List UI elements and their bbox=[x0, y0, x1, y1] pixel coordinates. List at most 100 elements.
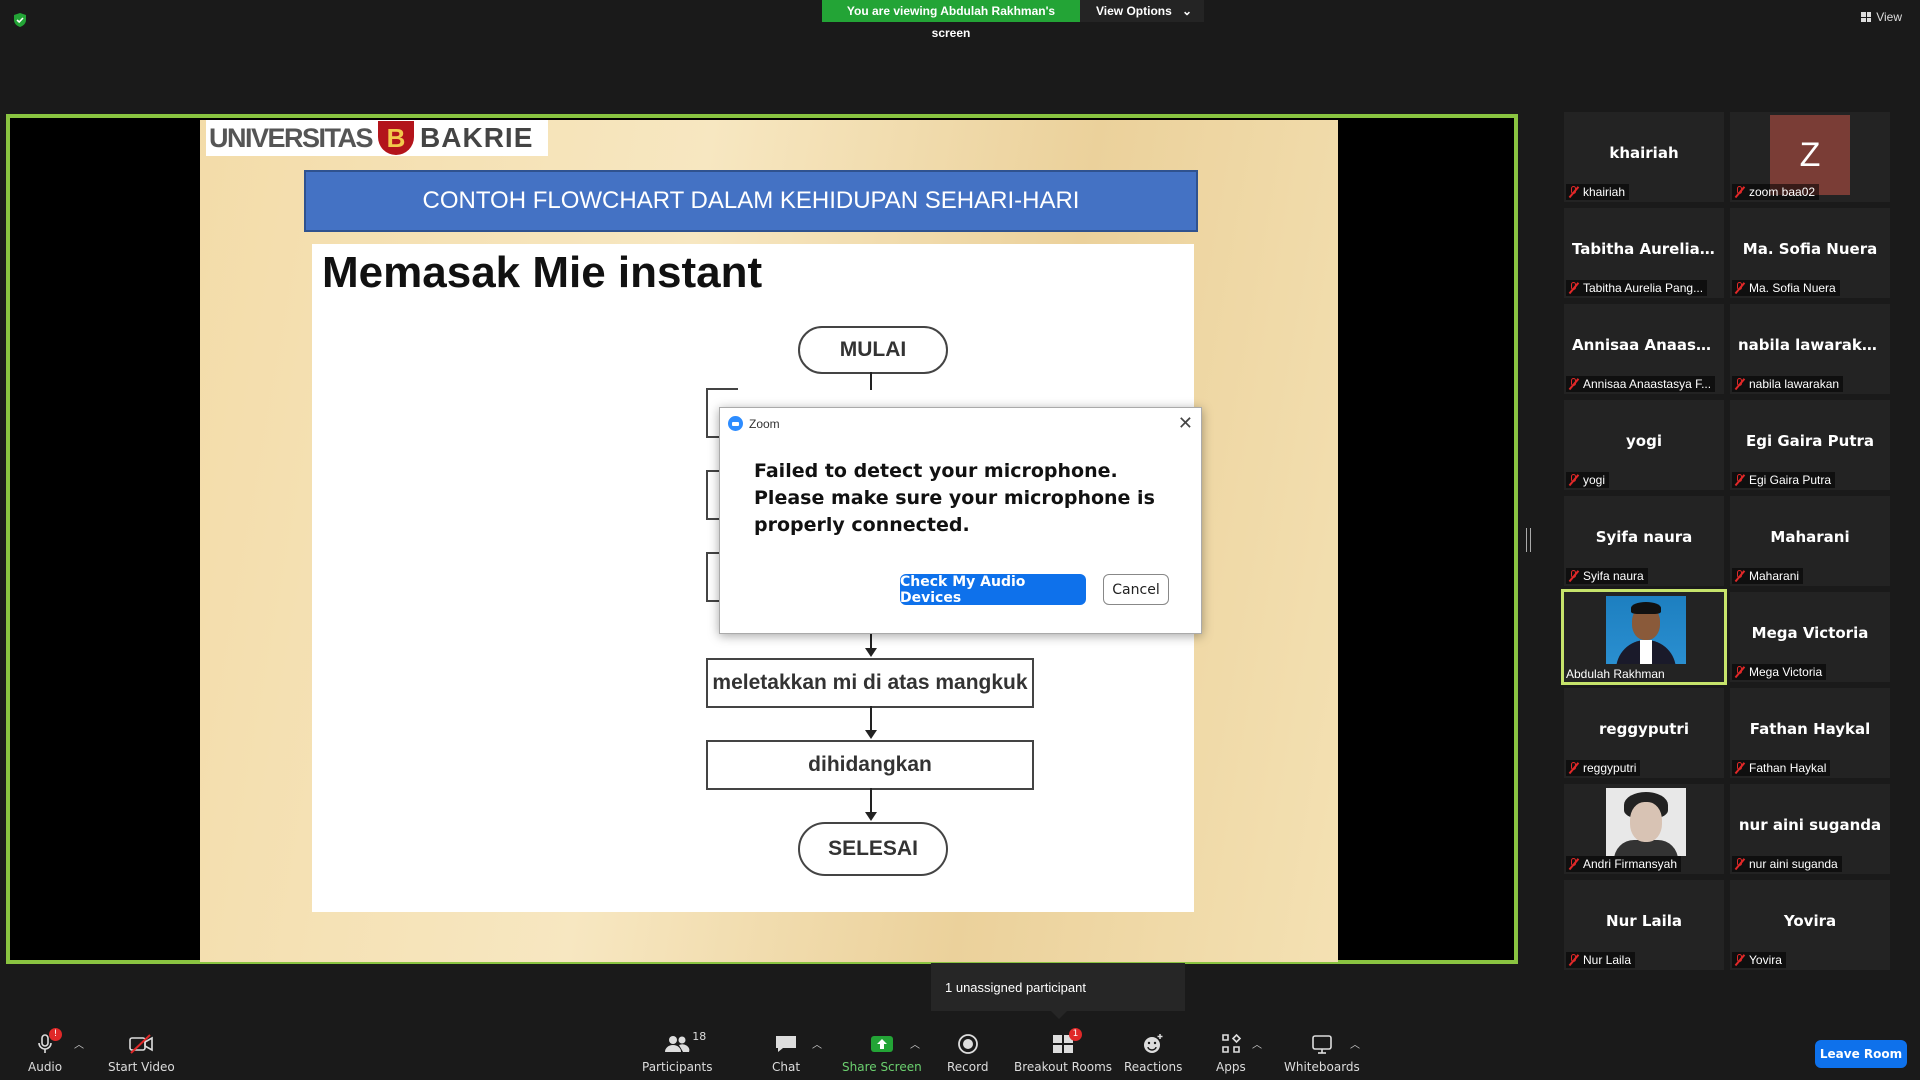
chat-button[interactable]: Chat bbox=[772, 1032, 800, 1074]
whiteboards-button[interactable]: Whiteboards bbox=[1284, 1032, 1360, 1074]
content-heading: Memasak Mie instant bbox=[322, 248, 763, 297]
unassigned-participant-tooltip[interactable]: 1 unassigned participant bbox=[931, 963, 1185, 1019]
participant-tile[interactable]: nabila lawarakan nabila lawarakan bbox=[1730, 304, 1890, 394]
record-label: Record bbox=[947, 1060, 989, 1074]
cancel-button[interactable]: Cancel bbox=[1103, 574, 1169, 605]
mic-muted-icon bbox=[1568, 570, 1579, 582]
participant-label-text: Ma. Sofia Nuera bbox=[1749, 281, 1836, 295]
flowchart-arrowhead bbox=[865, 812, 877, 821]
view-options-button[interactable]: View Options ⌄ bbox=[1080, 0, 1204, 22]
participant-label-text: zoom baa02 bbox=[1749, 185, 1816, 199]
chat-label: Chat bbox=[772, 1060, 801, 1074]
chat-options-caret-icon[interactable]: ︿ bbox=[812, 1036, 822, 1051]
participant-tile[interactable]: Fathan Haykal Fathan Haykal bbox=[1730, 688, 1890, 778]
flowchart-step-place: meletakkan mi di atas mangkuk bbox=[706, 658, 1034, 708]
participant-name: Ma. Sofia Nuera bbox=[1742, 240, 1878, 258]
participant-tile[interactable]: Yovira Yovira bbox=[1730, 880, 1890, 970]
participant-name: Egi Gaira Putra bbox=[1745, 432, 1875, 450]
mic-muted-icon bbox=[1568, 378, 1579, 390]
audio-button[interactable]: ! Audio bbox=[28, 1028, 63, 1074]
participant-tile[interactable]: Z zoom baa02 bbox=[1730, 112, 1890, 202]
participant-label-text: Egi Gaira Putra bbox=[1749, 473, 1832, 487]
microphone-error-dialog: Zoom ✕ Failed to detect your microphone.… bbox=[719, 407, 1202, 634]
viewing-banner: You are viewing Abdulah Rakhman's screen… bbox=[822, 0, 1204, 40]
participant-label: Annisaa Anaastasya F... bbox=[1566, 376, 1716, 392]
audio-options-caret-icon[interactable]: ︿ bbox=[74, 1036, 84, 1051]
participant-tile[interactable]: reggyputri reggyputri bbox=[1564, 688, 1724, 778]
participant-tile[interactable]: Andri Firmansyah bbox=[1564, 784, 1724, 874]
participant-tile[interactable]: Tabitha Aurelia... Tabitha Aurelia Pang.… bbox=[1564, 208, 1724, 298]
apps-icon bbox=[1220, 1032, 1242, 1056]
viewing-banner-text: You are viewing Abdulah Rakhman's screen bbox=[822, 0, 1080, 40]
meeting-toolbar: ! Audio ︿ Start Video 18 Participants Ch… bbox=[0, 1020, 1920, 1080]
participant-label-text: Annisaa Anaastasya F... bbox=[1583, 377, 1712, 391]
mic-muted-icon bbox=[1734, 858, 1745, 870]
mic-muted-icon bbox=[1568, 282, 1579, 294]
record-button[interactable]: Record bbox=[947, 1032, 988, 1074]
view-button[interactable]: View bbox=[1861, 10, 1902, 24]
participant-name: khairiah bbox=[1609, 144, 1679, 162]
mic-muted-icon bbox=[1568, 762, 1579, 774]
share-options-caret-icon[interactable]: ︿ bbox=[910, 1036, 920, 1051]
flowchart-connector bbox=[870, 788, 872, 814]
participant-name: reggyputri bbox=[1599, 720, 1689, 738]
participant-label: reggyputri bbox=[1566, 760, 1641, 776]
participant-name: Annisaa Anaast... bbox=[1572, 336, 1721, 354]
mic-muted-icon bbox=[1568, 474, 1579, 486]
university-logo: UNIVERSITAS B BAKRIE bbox=[206, 120, 548, 156]
microphone-icon: ! bbox=[36, 1028, 63, 1056]
share-screen-icon bbox=[870, 1032, 894, 1056]
participant-label-text: khairiah bbox=[1583, 185, 1626, 199]
dialog-app-name: Zoom bbox=[749, 416, 780, 431]
view-options-label: View Options bbox=[1096, 4, 1172, 18]
reactions-button[interactable]: Reactions bbox=[1124, 1032, 1182, 1074]
flowchart-connector bbox=[870, 372, 872, 390]
participant-tile[interactable]: nur aini suganda nur aini suganda bbox=[1730, 784, 1890, 874]
participant-label: yogi bbox=[1566, 472, 1610, 488]
participant-label: nabila lawarakan bbox=[1732, 376, 1844, 392]
mic-muted-icon bbox=[1568, 954, 1579, 966]
participant-tile[interactable]: Mega Victoria Mega Victoria bbox=[1730, 592, 1890, 682]
whiteboard-icon bbox=[1311, 1032, 1333, 1056]
participant-tile[interactable]: yogi yogi bbox=[1564, 400, 1724, 490]
leave-room-button[interactable]: Leave Room bbox=[1815, 1040, 1907, 1068]
dialog-message: Failed to detect your microphone. Please… bbox=[754, 460, 1155, 536]
mic-muted-icon bbox=[1568, 186, 1579, 198]
flowchart-step-serve: dihidangkan bbox=[706, 740, 1034, 790]
check-audio-devices-button[interactable]: Check My Audio Devices bbox=[900, 574, 1086, 606]
apps-options-caret-icon[interactable]: ︿ bbox=[1252, 1036, 1262, 1051]
flowchart-connector bbox=[870, 706, 872, 732]
participant-tile[interactable]: Ma. Sofia Nuera Ma. Sofia Nuera bbox=[1730, 208, 1890, 298]
participant-tile[interactable]: khairiah khairiah bbox=[1564, 112, 1724, 202]
participant-label-text: Fathan Haykal bbox=[1749, 761, 1827, 775]
security-shield-icon[interactable] bbox=[12, 12, 28, 28]
view-button-label: View bbox=[1876, 10, 1902, 24]
apps-button[interactable]: Apps bbox=[1216, 1032, 1246, 1074]
whiteboards-options-caret-icon[interactable]: ︿ bbox=[1350, 1036, 1360, 1051]
active-speaker-tile[interactable]: Abdulah Rakhman bbox=[1561, 589, 1727, 685]
participant-name: Mega Victoria bbox=[1751, 624, 1869, 642]
participant-tile[interactable]: Syifa naura Syifa naura bbox=[1564, 496, 1724, 586]
logo-universitas: UNIVERSITAS bbox=[209, 122, 374, 153]
participant-tile[interactable]: Maharani Maharani bbox=[1730, 496, 1890, 586]
whiteboards-label: Whiteboards bbox=[1284, 1060, 1360, 1074]
participant-tile[interactable]: Nur Laila Nur Laila bbox=[1564, 880, 1724, 970]
mic-muted-icon bbox=[1734, 762, 1745, 774]
participant-name: Maharani bbox=[1770, 528, 1850, 546]
panel-resize-handle[interactable] bbox=[1526, 528, 1531, 552]
breakout-rooms-badge: 1 bbox=[1069, 1028, 1083, 1041]
close-icon[interactable]: ✕ bbox=[1178, 413, 1193, 434]
participants-label: Participants bbox=[642, 1060, 713, 1074]
participant-label-text: Mega Victoria bbox=[1749, 665, 1823, 679]
participant-tile[interactable]: Egi Gaira Putra Egi Gaira Putra bbox=[1730, 400, 1890, 490]
participant-label-text: nur aini suganda bbox=[1749, 857, 1838, 871]
participant-label-text: Tabitha Aurelia Pang... bbox=[1583, 281, 1704, 295]
grid-view-icon bbox=[1861, 12, 1872, 22]
participant-name: yogi bbox=[1626, 432, 1662, 450]
participants-button[interactable]: 18 Participants bbox=[642, 1030, 713, 1074]
participant-name: Tabitha Aurelia... bbox=[1572, 240, 1717, 258]
start-video-button[interactable]: Start Video bbox=[108, 1032, 175, 1074]
breakout-rooms-button[interactable]: 1 Breakout Rooms bbox=[1014, 1028, 1112, 1074]
flowchart-arrowhead bbox=[865, 648, 877, 657]
participant-tile[interactable]: Annisaa Anaast... Annisaa Anaastasya F..… bbox=[1564, 304, 1724, 394]
